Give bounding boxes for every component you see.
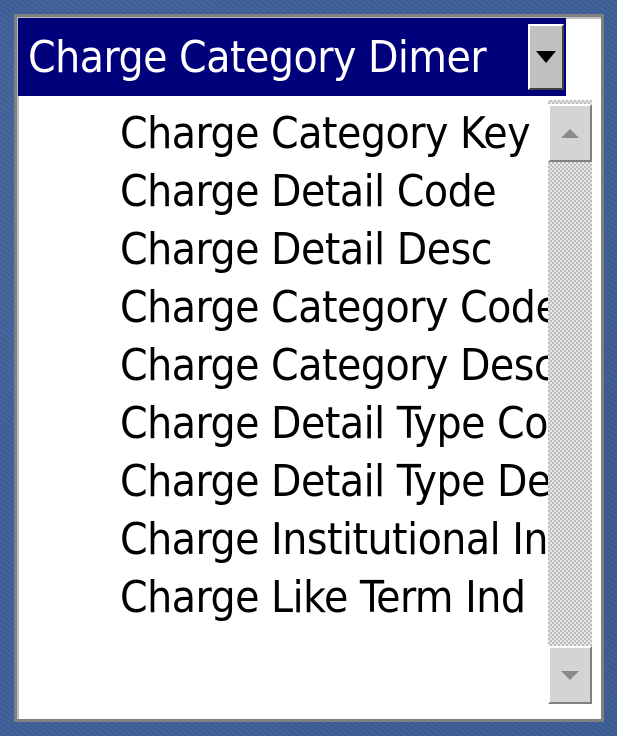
triangle-down-icon xyxy=(536,51,556,63)
list-item[interactable]: Charge Detail Type Co xyxy=(120,396,548,452)
field-list: Charge Category Key Charge Detail Code C… xyxy=(18,100,548,700)
list-item[interactable]: Charge Detail Desc xyxy=(120,222,492,278)
list-item[interactable]: Charge Category Key xyxy=(120,106,530,162)
list-item[interactable]: Charge Detail Type De xyxy=(120,454,548,510)
list-item[interactable]: Charge Category Desc xyxy=(120,338,548,394)
list-item[interactable]: Charge Like Term Ind xyxy=(120,570,526,626)
scroll-up-button[interactable] xyxy=(548,104,592,162)
dropdown-toggle-button[interactable] xyxy=(528,24,564,90)
scroll-down-arrow-icon xyxy=(561,670,579,680)
dimension-dropdown[interactable]: Charge Category Dimer xyxy=(18,18,566,96)
list-item[interactable]: Charge Category Code xyxy=(120,280,548,336)
scroll-down-button[interactable] xyxy=(548,646,592,704)
vertical-scrollbar[interactable] xyxy=(548,100,592,704)
scroll-up-arrow-icon xyxy=(561,128,579,138)
dropdown-selected-label: Charge Category Dimer xyxy=(28,31,487,83)
list-item[interactable]: Charge Institutional In xyxy=(120,512,548,568)
list-item[interactable]: Charge Detail Code xyxy=(120,164,497,220)
